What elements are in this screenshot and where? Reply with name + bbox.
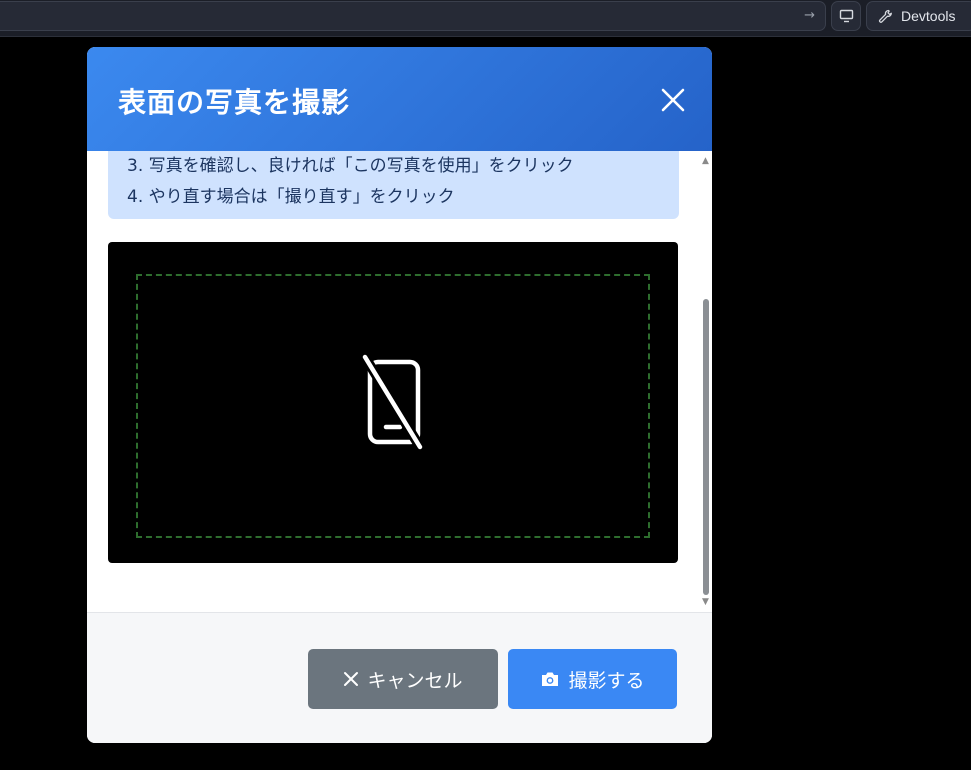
wrench-icon [878,9,892,23]
modal-body[interactable]: 3. 写真を確認し、良ければ「この写真を使用」をクリック 4. やり直す場合は「… [87,151,712,612]
scroll-up-arrow-icon[interactable]: ▲ [702,156,709,166]
capture-button[interactable]: 撮影する [508,649,677,709]
modal-header: 表面の写真を撮影 [87,47,712,151]
instruction-step-4: 4. やり直す場合は「撮り直す」をクリック [127,187,455,207]
devtools-button[interactable]: Devtools [866,1,971,31]
cancel-button[interactable]: キャンセル [308,649,498,709]
cancel-label: キャンセル [367,669,463,692]
modal-footer: キャンセル 撮影する [87,612,712,743]
go-arrow-icon[interactable]: → [804,8,815,23]
photo-capture-modal: 表面の写真を撮影 3. 写真を確認し、良ければ「この写真を使用」をクリック 4.… [87,47,712,743]
close-button[interactable] [660,87,686,113]
camera-icon [542,672,559,686]
address-bar[interactable]: → [0,1,826,31]
close-icon [344,672,359,686]
no-camera-icon [362,354,424,450]
camera-preview [108,242,678,563]
scroll-down-arrow-icon[interactable]: ▼ [702,597,709,607]
monitor-icon [839,9,853,23]
browser-toolbar: → Devtools [0,0,971,37]
modal-title: 表面の写真を撮影 [118,86,351,119]
scrollbar-thumb[interactable] [703,299,709,595]
capture-label: 撮影する [568,669,645,692]
modal-scrollbar[interactable]: ▲ ▼ [700,151,712,612]
screen-button[interactable] [831,1,861,31]
instruction-step-3: 3. 写真を確認し、良ければ「この写真を使用」をクリック [127,156,574,176]
close-icon [661,88,685,112]
instructions-box: 3. 写真を確認し、良ければ「この写真を使用」をクリック 4. やり直す場合は「… [108,151,679,219]
devtools-label: Devtools [901,8,956,24]
